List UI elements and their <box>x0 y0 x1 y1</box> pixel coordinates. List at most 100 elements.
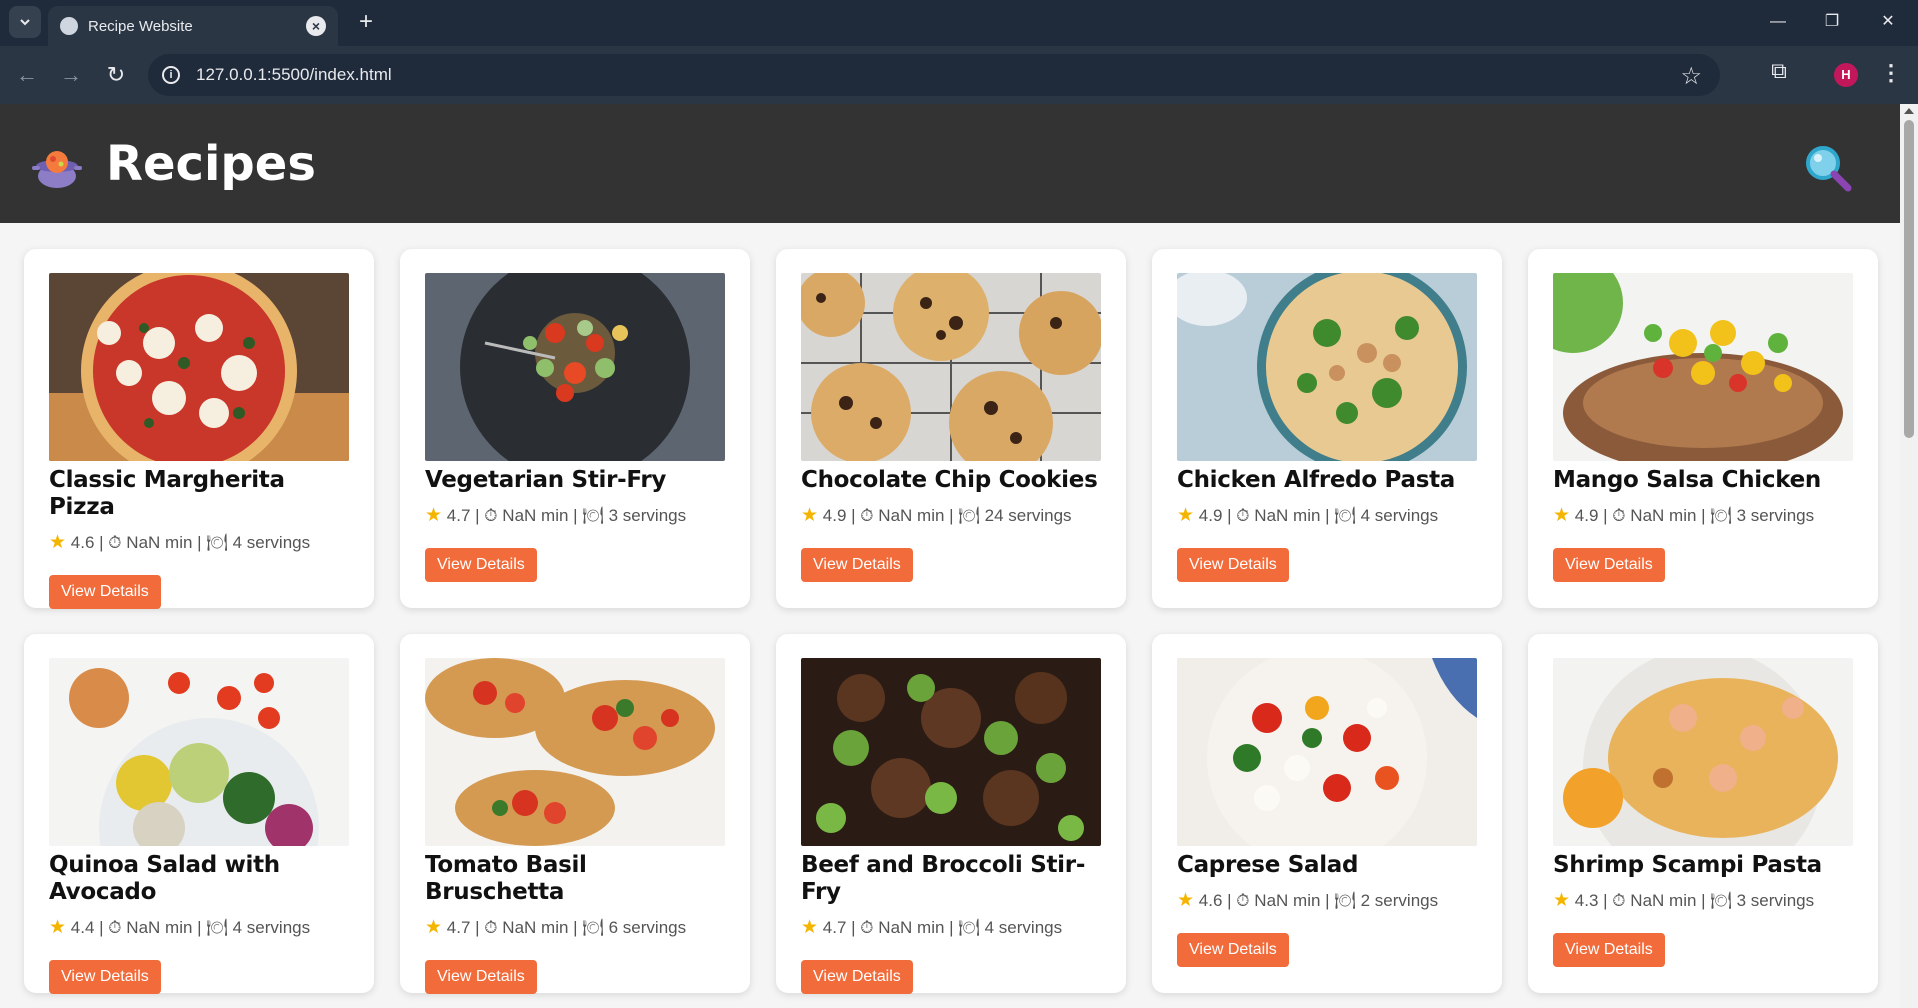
recipe-meta: ★ 4.9 | ⏱ NaN min | 🍽 24 servings <box>801 505 1072 526</box>
recipe-rating: 4.7 <box>822 918 847 937</box>
view-details-button[interactable]: View Details <box>1553 548 1665 582</box>
timer-icon: ⏱ <box>484 506 498 525</box>
recipe-servings: 4 servings <box>232 918 311 937</box>
plate-icon: 🍽 <box>1334 891 1356 910</box>
star-icon: ★ <box>1177 505 1195 526</box>
minimize-button[interactable]: — <box>1758 8 1798 36</box>
recipe-title: Vegetarian Stir-Fry <box>425 467 667 493</box>
recipe-servings: 4 servings <box>232 533 311 552</box>
tab-search-button[interactable] <box>9 6 41 38</box>
page-scrollbar[interactable] <box>1900 104 1918 1008</box>
search-icon[interactable] <box>1802 142 1854 194</box>
view-details-button[interactable]: View Details <box>425 960 537 994</box>
recipe-image <box>49 658 349 846</box>
recipe-time: NaN min <box>502 918 569 937</box>
new-tab-button[interactable]: + <box>352 8 380 36</box>
recipe-image <box>801 658 1101 846</box>
star-icon: ★ <box>801 505 819 526</box>
view-details-button[interactable]: View Details <box>1553 933 1665 967</box>
recipe-rating: 4.7 <box>446 506 471 525</box>
profile-avatar[interactable]: H <box>1834 63 1858 87</box>
recipe-card: Caprese Salad ★ 4.6 | ⏱ NaN min | 🍽 2 se… <box>1152 634 1502 993</box>
star-icon: ★ <box>1177 890 1195 911</box>
star-icon: ★ <box>49 917 67 938</box>
recipe-title: Mango Salsa Chicken <box>1553 467 1821 493</box>
plate-icon: 🍽 <box>1710 506 1732 525</box>
recipe-title: Chicken Alfredo Pasta <box>1177 467 1455 493</box>
recipe-rating: 4.7 <box>446 918 471 937</box>
extensions-icon[interactable]: ⧉ <box>1764 58 1794 88</box>
close-tab-icon[interactable]: × <box>306 16 326 36</box>
recipe-meta: ★ 4.9 | ⏱ NaN min | 🍽 3 servings <box>1553 505 1815 526</box>
site-info-icon[interactable]: i <box>162 66 180 84</box>
recipe-servings: 24 servings <box>984 506 1072 525</box>
recipe-time: NaN min <box>126 533 193 552</box>
reload-button[interactable]: ↻ <box>101 60 131 90</box>
address-bar[interactable]: i 127.0.0.1:5500/index.html ☆ <box>148 54 1720 96</box>
close-window-button[interactable]: ✕ <box>1868 8 1908 36</box>
plate-icon: 🍽 <box>582 506 604 525</box>
recipe-servings: 2 servings <box>1360 891 1439 910</box>
star-icon: ★ <box>801 917 819 938</box>
recipe-meta: ★ 4.7 | ⏱ NaN min | 🍽 4 servings <box>801 917 1063 938</box>
view-details-button[interactable]: View Details <box>1177 548 1289 582</box>
star-icon: ★ <box>425 917 443 938</box>
recipe-card: Shrimp Scampi Pasta ★ 4.3 | ⏱ NaN min | … <box>1528 634 1878 993</box>
recipe-time: NaN min <box>126 918 193 937</box>
view-details-button[interactable]: View Details <box>801 960 913 994</box>
restore-button[interactable]: ❐ <box>1812 8 1852 36</box>
view-details-button[interactable]: View Details <box>1177 933 1289 967</box>
recipe-meta: ★ 4.4 | ⏱ NaN min | 🍽 4 servings <box>49 917 311 938</box>
view-details-button[interactable]: View Details <box>49 575 161 609</box>
plate-icon: 🍽 <box>582 918 604 937</box>
star-icon: ★ <box>49 532 67 553</box>
recipe-image <box>801 273 1101 461</box>
timer-icon: ⏱ <box>860 918 874 937</box>
timer-icon: ⏱ <box>108 533 122 552</box>
recipe-grid: Classic Margherita Pizza ★ 4.6 | ⏱ NaN m… <box>24 249 1878 994</box>
recipe-meta: ★ 4.9 | ⏱ NaN min | 🍽 4 servings <box>1177 505 1439 526</box>
recipe-meta: ★ 4.6 | ⏱ NaN min | 🍽 2 servings <box>1177 890 1439 911</box>
browser-tab-bar: Recipe Website × + — ❐ ✕ <box>0 0 1918 46</box>
recipe-image <box>1553 658 1853 846</box>
plate-icon: 🍽 <box>1334 506 1356 525</box>
scroll-up-arrow[interactable] <box>1904 108 1914 114</box>
globe-icon <box>60 17 78 35</box>
forward-button[interactable]: → <box>56 60 86 90</box>
timer-icon: ⏱ <box>1236 506 1250 525</box>
recipe-image <box>1177 273 1477 461</box>
timer-icon: ⏱ <box>1612 506 1626 525</box>
recipe-servings: 3 servings <box>608 506 687 525</box>
recipe-card: Classic Margherita Pizza ★ 4.6 | ⏱ NaN m… <box>24 249 374 609</box>
recipe-rating: 4.9 <box>1574 506 1599 525</box>
view-details-button[interactable]: View Details <box>801 548 913 582</box>
browser-menu-icon[interactable]: ⋮ <box>1880 58 1902 88</box>
cooking-pot-icon <box>32 151 82 188</box>
scrollbar-thumb[interactable] <box>1904 120 1914 438</box>
recipe-time: NaN min <box>502 506 569 525</box>
browser-tab[interactable]: Recipe Website × <box>48 6 338 46</box>
bookmark-star-icon[interactable]: ☆ <box>1680 62 1702 91</box>
page-viewport: Recipes Classic Margherita Pizza ★ 4.6 |… <box>0 104 1918 1008</box>
view-details-button[interactable]: View Details <box>49 960 161 994</box>
star-icon: ★ <box>1553 505 1571 526</box>
recipe-time: NaN min <box>1630 506 1697 525</box>
view-details-button[interactable]: View Details <box>425 548 537 582</box>
url-text[interactable]: 127.0.0.1:5500/index.html <box>196 65 392 85</box>
recipe-rating: 4.9 <box>822 506 847 525</box>
timer-icon: ⏱ <box>1236 891 1250 910</box>
star-icon: ★ <box>1553 890 1571 911</box>
recipe-servings: 4 servings <box>984 918 1063 937</box>
timer-icon: ⏱ <box>860 506 874 525</box>
recipe-servings: 6 servings <box>608 918 687 937</box>
recipe-servings: 3 servings <box>1736 506 1815 525</box>
back-button[interactable]: ← <box>12 60 42 90</box>
plate-icon: 🍽 <box>958 918 980 937</box>
timer-icon: ⏱ <box>1612 891 1626 910</box>
recipe-card: Beef and Broccoli Stir-Fry ★ 4.7 | ⏱ NaN… <box>776 634 1126 994</box>
recipe-card: Chicken Alfredo Pasta ★ 4.9 | ⏱ NaN min … <box>1152 249 1502 608</box>
recipe-image <box>1177 658 1477 846</box>
recipe-meta: ★ 4.6 | ⏱ NaN min | 🍽 4 servings <box>49 532 311 553</box>
plate-icon: 🍽 <box>1710 891 1732 910</box>
recipe-rating: 4.3 <box>1574 891 1599 910</box>
